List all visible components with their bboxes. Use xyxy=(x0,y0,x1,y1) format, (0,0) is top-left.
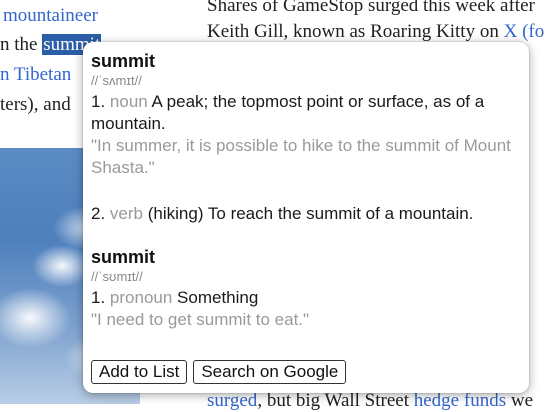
sense-number: 1. xyxy=(91,288,106,307)
article-link-tibetan[interactable]: n Tibetan xyxy=(0,64,71,85)
news-link-hedge-funds[interactable]: hedge funds xyxy=(414,390,506,411)
news-link-x[interactable]: X (fo xyxy=(504,21,545,42)
sense-part-of-speech: pronoun xyxy=(109,288,173,307)
entry-sense: 2. verb (hiking) To reach the summit of … xyxy=(91,203,521,225)
entry-pronunciation: //ˈsʊmɪt// xyxy=(91,269,143,284)
sense-definition: (hiking) To reach the summit of a mounta… xyxy=(147,204,474,223)
entry-word: summit xyxy=(91,51,156,71)
news-link-surged[interactable]: surged xyxy=(207,390,257,411)
sense-definition: A peak; the topmost point or surface, as… xyxy=(91,92,485,133)
sense-number: 1. xyxy=(91,92,106,111)
dictionary-entry: summit //ˈsʌmɪt// 1. noun A peak; the to… xyxy=(91,50,521,225)
sense-definition: Something xyxy=(177,288,259,307)
dictionary-popup: summit //ˈsʌmɪt// 1. noun A peak; the to… xyxy=(83,42,529,393)
news-text-line: surged, but big Wall Street hedge funds … xyxy=(207,390,533,412)
entry-sense: 1. pronoun Something xyxy=(91,287,521,309)
news-text: Keith Gill, known as Roaring Kitty on xyxy=(207,21,499,42)
article-text-line: n Tibetan xyxy=(0,64,71,86)
article-link-mountaineer[interactable]: mountaineer xyxy=(3,5,98,26)
article-text: n the xyxy=(0,34,38,55)
entry-word: summit xyxy=(91,247,156,267)
article-text-line: ters), and xyxy=(0,94,71,116)
sense-example: "I need to get summit to eat." xyxy=(91,310,310,329)
news-text: Shares of GameStop surged this week afte… xyxy=(207,0,535,16)
article-text: ters), and xyxy=(0,94,71,115)
sense-part-of-speech: noun xyxy=(109,92,148,111)
news-text-line: Keith Gill, known as Roaring Kitty on X … xyxy=(207,21,544,43)
entry-sense: 1. noun A peak; the topmost point or sur… xyxy=(91,91,521,135)
entry-pronunciation: //ˈsʌmɪt// xyxy=(91,73,142,88)
popup-button-row: Add to List Search on Google xyxy=(91,360,347,384)
sense-example: "In summer, it is possible to hike to th… xyxy=(91,136,511,177)
sense-number: 2. xyxy=(91,204,106,223)
news-text: we xyxy=(506,390,533,411)
search-on-google-button[interactable]: Search on Google xyxy=(193,360,347,384)
news-text-line: Shares of GameStop surged this week afte… xyxy=(207,0,535,17)
add-to-list-button[interactable]: Add to List xyxy=(91,360,188,384)
news-text: , but big Wall Street xyxy=(257,390,409,411)
sense-part-of-speech: verb xyxy=(109,204,143,223)
popup-content: summit //ˈsʌmɪt// 1. noun A peak; the to… xyxy=(91,50,521,331)
article-text-line: mountaineer xyxy=(3,5,98,27)
dictionary-entry: summit //ˈsʊmɪt// 1. pronoun Something "… xyxy=(91,246,521,331)
